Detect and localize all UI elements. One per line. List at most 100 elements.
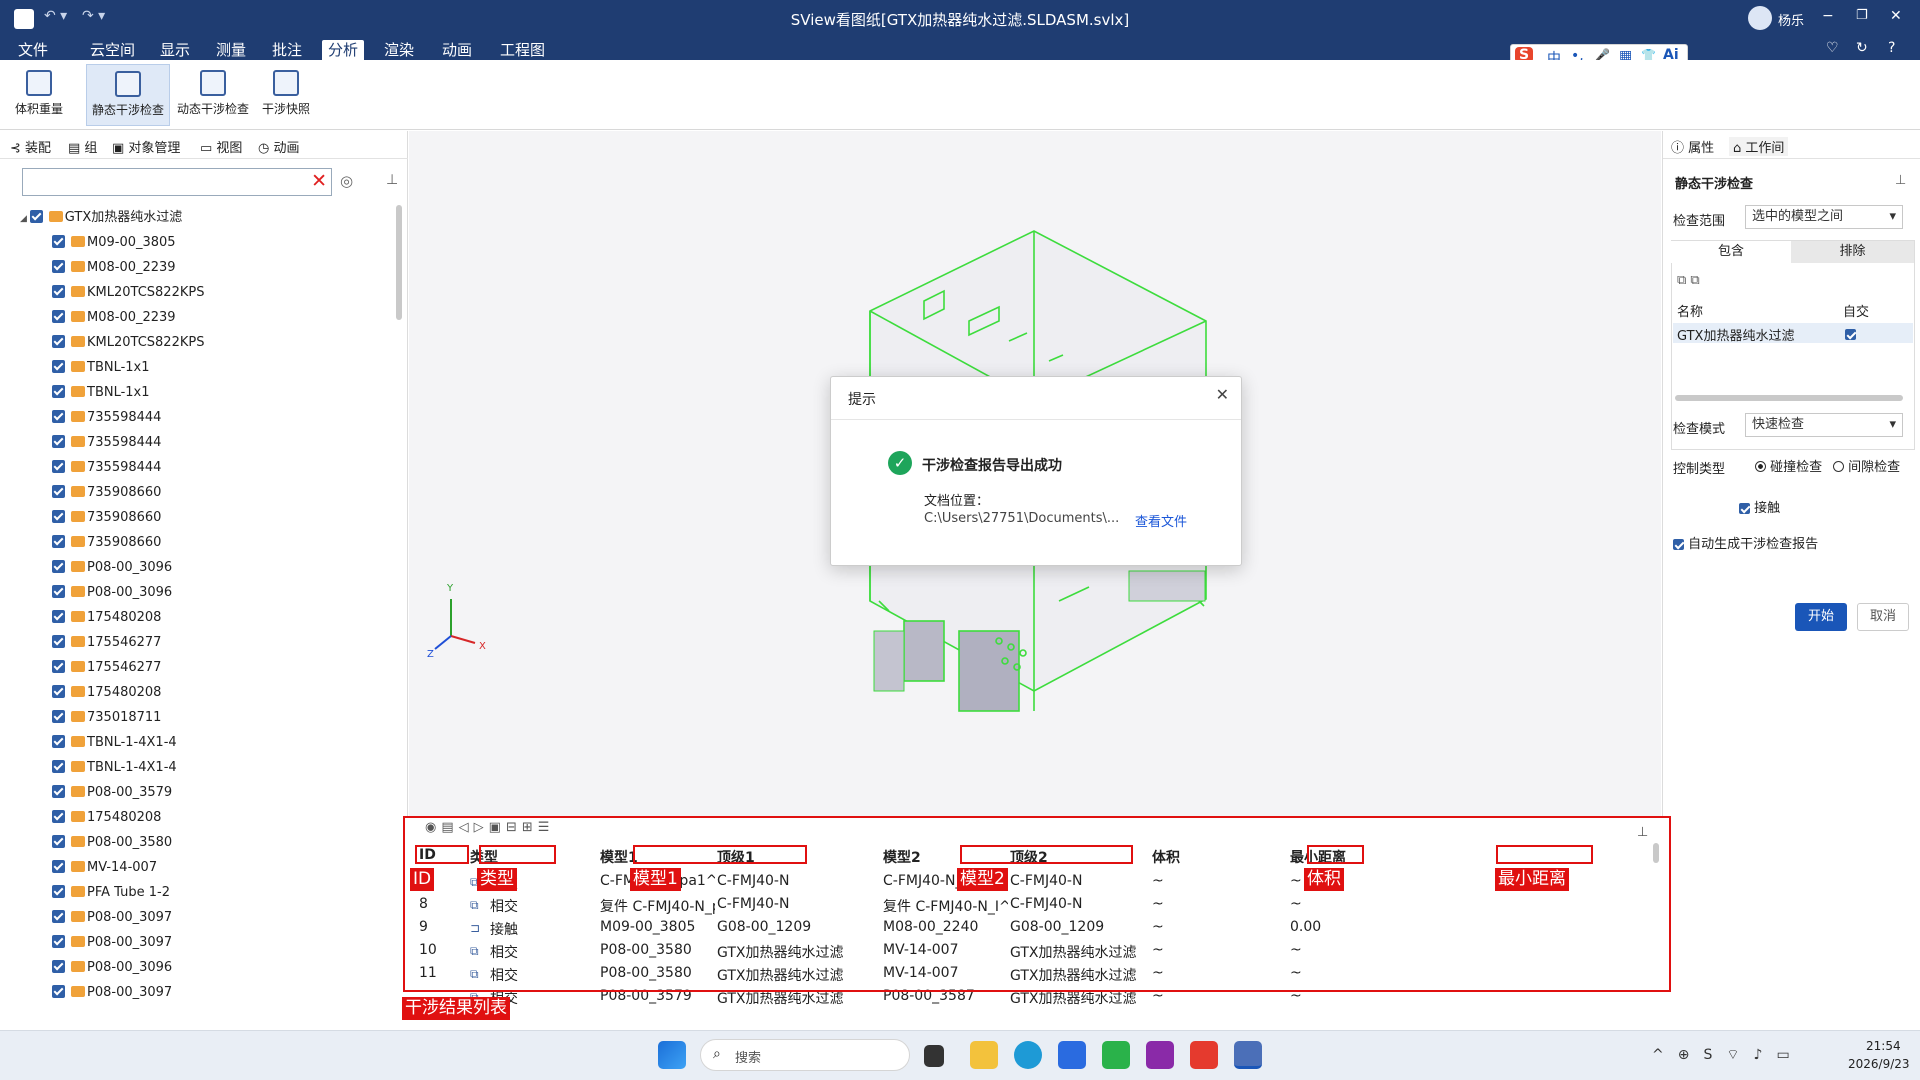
tree-checkbox[interactable] [52,685,65,698]
tree-item[interactable]: KML20TCS822KPS [52,330,204,355]
collapse-icon[interactable]: ◢ [20,214,30,224]
tree-item[interactable]: TBNL-1x1 [52,355,150,380]
menu-annotate[interactable]: 批注 [266,40,308,60]
tree-checkbox[interactable] [52,585,65,598]
menu-file[interactable]: 文件 [12,40,54,60]
tree-item[interactable]: 735598444 [52,405,161,430]
tree-item[interactable]: P08-00_3096 [52,555,172,580]
tree-checkbox[interactable] [52,285,65,298]
tree-checkbox[interactable] [52,860,65,873]
panel-pin-icon[interactable]: ⊥ [1895,173,1906,188]
tree-item[interactable]: TBNL-1-4X1-4 [52,730,177,755]
menu-display[interactable]: 显示 [154,40,196,60]
tab-object-manager[interactable]: ▣ 对象管理 [112,137,180,156]
tree-checkbox[interactable] [52,460,65,473]
tree-checkbox[interactable] [52,310,65,323]
tree-checkbox[interactable] [52,260,65,273]
tree-checkbox[interactable] [52,985,65,998]
tree-checkbox[interactable] [52,960,65,973]
wps-icon[interactable] [1190,1041,1218,1069]
settings-icon[interactable]: ♡ [1826,40,1839,56]
tree-checkbox[interactable] [52,660,65,673]
menu-analysis[interactable]: 分析 [322,40,365,60]
self-intersect-checkbox[interactable] [1845,329,1856,340]
tree-checkbox[interactable] [52,610,65,623]
mode-select[interactable]: 快速检查 ▾ [1745,413,1903,437]
tree-item[interactable]: P08-00_3097 [52,930,172,955]
interference-snapshot-button[interactable]: 干涉快照 [256,64,316,126]
radio-collision[interactable]: 碰撞检查 [1755,456,1822,475]
radio-clearance[interactable]: 间隙检查 [1833,456,1900,475]
tab-assembly[interactable]: ⊰ 装配 [10,137,51,156]
tree-item[interactable]: 735908660 [52,530,161,555]
tree-item[interactable]: TBNL-1-4X1-4 [52,755,177,780]
tree-checkbox[interactable] [52,410,65,423]
dynamic-interference-button[interactable]: 动态干涉检查 [172,64,254,126]
tree-checkbox[interactable] [52,535,65,548]
tree-item[interactable]: 175480208 [52,805,161,830]
tree-checkbox[interactable] [52,635,65,648]
tree-item[interactable]: P08-00_3096 [52,580,172,605]
include-tab[interactable]: 包含 [1671,241,1791,263]
tree-item[interactable]: P08-00_3097 [52,905,172,930]
tree-checkbox[interactable] [52,510,65,523]
tree-search-input[interactable] [23,169,303,195]
tree-checkbox[interactable] [52,335,65,348]
tree-checkbox[interactable] [52,935,65,948]
tree-checkbox[interactable] [52,710,65,723]
tree-item[interactable]: M09-00_3805 [52,230,176,255]
tree-checkbox[interactable] [52,560,65,573]
clock-time[interactable]: 21:54 [1866,1039,1901,1053]
tree-item[interactable]: PFA Tube 1-2 [52,880,170,905]
tree-checkbox[interactable] [52,910,65,923]
task-view-icon[interactable] [924,1045,944,1067]
close-button[interactable]: ✕ [1890,8,1902,24]
static-interference-button[interactable]: 静态干涉检查 [86,64,170,126]
tab-group[interactable]: ▤ 组 [68,137,97,156]
tree-item[interactable]: 735018711 [52,705,161,730]
user-name[interactable]: 杨乐 [1778,10,1804,29]
tree-checkbox[interactable] [52,885,65,898]
start-icon[interactable] [658,1041,686,1069]
tree-item[interactable]: KML20TCS822KPS [52,280,204,305]
clock-date[interactable]: 2026/9/23 [1848,1057,1910,1071]
tree-checkbox[interactable] [52,810,65,823]
onenote-icon[interactable] [1146,1041,1174,1069]
volume-weight-button[interactable]: 体积重量 [6,64,72,126]
menu-render[interactable]: 渲染 [378,40,420,60]
edge-icon[interactable] [1014,1041,1042,1069]
minimize-button[interactable]: − [1822,8,1834,24]
tab-view[interactable]: ▭ 视图 [200,137,242,156]
locate-icon[interactable]: ◎ [340,172,353,190]
tree-item[interactable]: 175480208 [52,605,161,630]
tray-icons[interactable]: ^⊕S⌔♪▭ [1652,1046,1804,1064]
tree-item[interactable]: P08-00_3097 [52,980,172,1005]
taskbar-search[interactable]: ⌕ 搜索 [700,1039,910,1071]
avatar[interactable] [1748,6,1772,30]
tree-item[interactable]: TBNL-1x1 [52,380,150,405]
tree-checkbox[interactable] [52,785,65,798]
cancel-button[interactable]: 取消 [1857,603,1909,631]
tree-item[interactable]: 175546277 [52,630,161,655]
tree-checkbox[interactable] [52,385,65,398]
tree-checkbox[interactable] [52,235,65,248]
maximize-button[interactable]: ❐ [1856,8,1868,23]
start-button[interactable]: 开始 [1795,603,1847,631]
tab-workspace[interactable]: ⌂ 工作间 [1729,137,1789,156]
tree-checkbox[interactable] [52,735,65,748]
menu-measure[interactable]: 测量 [210,40,252,60]
menu-drawing[interactable]: 工程图 [494,40,551,60]
tree-item[interactable]: 735598444 [52,455,161,480]
tree-item[interactable]: M08-00_2239 [52,255,176,280]
tree-root[interactable]: ◢ GTX加热器纯水过滤 [20,205,182,230]
view-file-link[interactable]: 查看文件 [1135,511,1187,530]
list-scrollbar[interactable] [1675,395,1903,401]
menu-animation[interactable]: 动画 [436,40,478,60]
tree-item[interactable]: 735908660 [52,480,161,505]
pin-icon[interactable]: ⊥ [386,172,398,188]
dialog-close-icon[interactable]: ✕ [1216,385,1229,404]
exclude-tab[interactable]: 排除 [1791,241,1914,263]
model-row-name[interactable]: GTX加热器纯水过滤 [1677,325,1794,344]
tree-scrollbar[interactable] [396,205,402,320]
tab-animation[interactable]: ◷ 动画 [258,137,300,156]
